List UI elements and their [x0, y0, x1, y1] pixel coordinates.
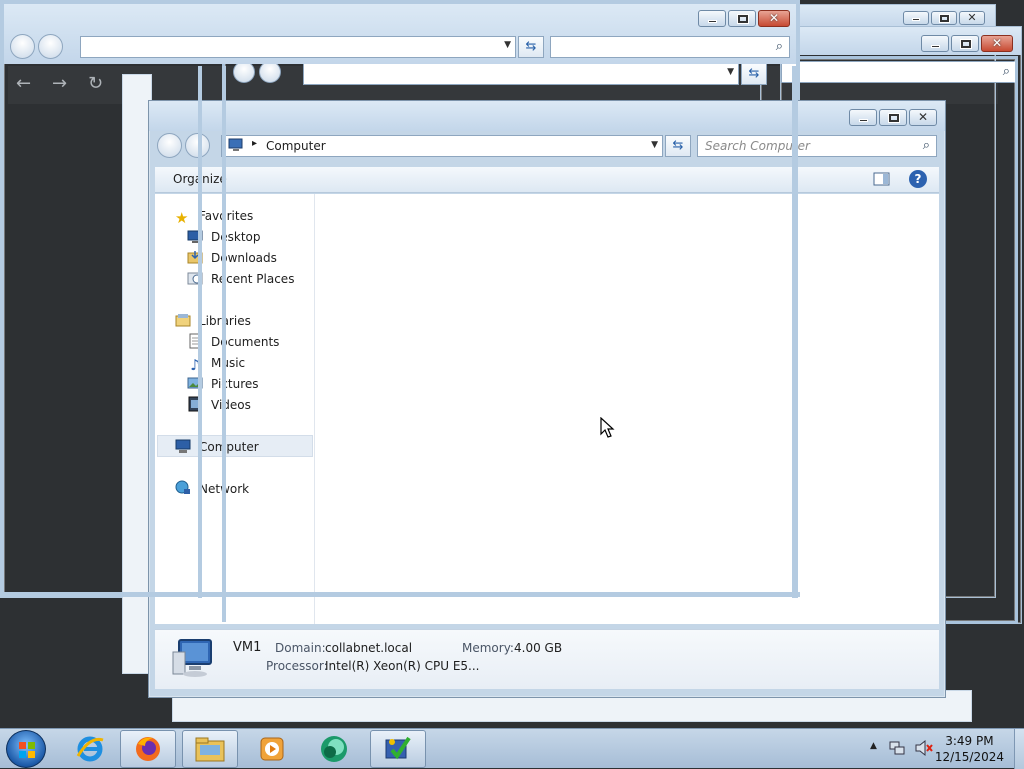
memory-value: 4.00 GB	[514, 641, 563, 655]
breadcrumb-arrow-icon[interactable]: ▸	[252, 138, 257, 149]
search-icon: ⌕	[922, 138, 930, 153]
taskbar-internet-explorer[interactable]	[62, 730, 118, 768]
minimize-button[interactable]	[698, 10, 726, 27]
dropdown-arrow-icon[interactable]: ▼	[504, 40, 511, 50]
close-button[interactable]: ✕	[959, 11, 985, 25]
nav-music[interactable]: ♪ Music	[187, 353, 245, 373]
show-hidden-icons-arrow[interactable]: ▲	[870, 741, 877, 751]
preview-pane-icon[interactable]	[873, 171, 891, 187]
system-clock[interactable]: 3:49 PM 12/15/2024	[935, 733, 1004, 765]
mouse-cursor-icon	[600, 417, 615, 438]
close-button[interactable]: ✕	[909, 109, 937, 126]
close-button[interactable]: ✕	[981, 35, 1013, 52]
close-button[interactable]: ✕	[758, 10, 790, 27]
address-text[interactable]: Computer	[266, 139, 326, 153]
maximize-button[interactable]	[728, 10, 756, 27]
star-icon: ★	[175, 209, 189, 227]
overlap-frame-edge	[792, 66, 798, 598]
search-input[interactable]: ⌕	[550, 36, 790, 58]
computer-icon	[228, 138, 244, 152]
clock-time: 3:49 PM	[945, 734, 994, 748]
internet-explorer-icon	[76, 736, 104, 762]
taskbar-windows-explorer[interactable]	[182, 730, 238, 768]
taskbar-firefox[interactable]	[120, 730, 176, 768]
forward-button[interactable]	[38, 34, 63, 59]
maximize-button[interactable]	[951, 35, 979, 52]
firefox-icon	[136, 737, 160, 761]
back-button[interactable]	[157, 133, 182, 158]
command-bar: Organize ?	[155, 167, 939, 193]
back-button[interactable]	[10, 34, 35, 59]
search-icon: ⌕	[775, 39, 783, 54]
processor-value: Intel(R) Xeon(R) CPU E5...	[325, 659, 480, 673]
volume-muted-icon[interactable]	[914, 739, 934, 757]
navigation-pane: ★ Favorites Desktop Downloads Recent Plac…	[155, 194, 315, 624]
dropdown-arrow-icon[interactable]: ▼	[651, 140, 658, 150]
computer-large-icon	[171, 638, 215, 678]
window-titlebar	[149, 101, 945, 131]
folder-icon	[195, 737, 225, 762]
media-player-icon	[260, 737, 284, 761]
details-pane: VM1 Domain: collabnet.local Memory: 4.00…	[155, 629, 939, 689]
network-icon	[175, 480, 191, 496]
nav-recent-places[interactable]: Recent Places	[187, 269, 294, 289]
refresh-button[interactable]: ⇆	[518, 36, 544, 58]
minimize-button[interactable]	[903, 11, 929, 25]
clock-date: 12/15/2024	[934, 750, 1004, 764]
green-app-icon	[321, 736, 347, 762]
nav-computer[interactable]: Computer	[175, 437, 259, 457]
explorer-content: ★ Favorites Desktop Downloads Recent Plac…	[155, 194, 939, 624]
processor-label: Processor:	[266, 659, 328, 673]
memory-label: Memory:	[462, 641, 514, 655]
overlap-frame-edge	[0, 592, 800, 597]
maximize-button[interactable]	[931, 11, 957, 25]
checklist-icon	[385, 736, 411, 760]
nav-libraries[interactable]: Libraries	[175, 311, 251, 331]
windows-logo-icon	[19, 742, 35, 758]
nav-favorites[interactable]: ★ Favorites	[175, 206, 253, 226]
help-icon[interactable]: ?	[909, 170, 927, 188]
computer-name: VM1	[233, 640, 262, 655]
computer-icon	[175, 438, 191, 454]
network-tray-icon[interactable]	[888, 739, 906, 757]
address-bar[interactable]: ▼	[80, 36, 516, 58]
minimize-button[interactable]	[921, 35, 949, 52]
taskbar-checklist-app[interactable]	[370, 730, 426, 768]
nav-videos[interactable]: Videos	[187, 395, 251, 415]
taskbar: ▲ 3:49 PM 12/15/2024	[0, 728, 1024, 769]
search-input[interactable]: Search Computer ⌕	[697, 135, 937, 157]
address-bar[interactable]: ▸ Computer ▼	[221, 135, 663, 157]
minimize-button[interactable]	[849, 109, 877, 126]
start-button[interactable]	[6, 730, 46, 768]
domain-value: collabnet.local	[325, 641, 413, 655]
overlap-frame-edge	[222, 66, 226, 622]
nav-network[interactable]: Network	[175, 479, 249, 499]
maximize-button[interactable]	[879, 109, 907, 126]
refresh-button[interactable]: ⇆	[665, 135, 691, 157]
explorer-window: ✕ ▸ Computer ▼ ⇆ Search Computer ⌕ Organ…	[148, 100, 946, 698]
show-desktop-button[interactable]	[1014, 729, 1024, 769]
taskbar-app[interactable]	[306, 730, 362, 768]
taskbar-media-player[interactable]	[244, 730, 300, 768]
libraries-icon	[175, 312, 191, 328]
search-placeholder: Search Computer	[705, 139, 810, 153]
domain-label: Domain:	[275, 641, 326, 655]
overlap-frame-edge	[198, 66, 202, 598]
